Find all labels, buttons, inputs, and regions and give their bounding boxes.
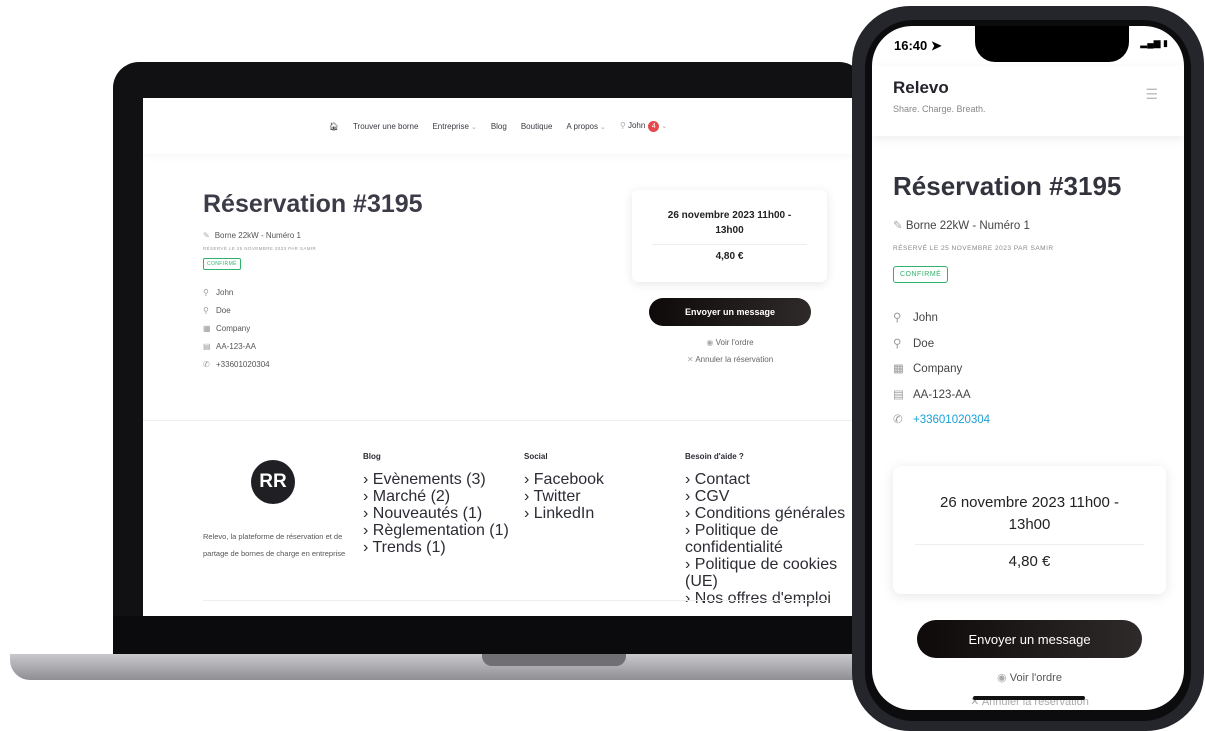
eye-icon: ◉	[706, 338, 714, 347]
eye-icon: ◉	[997, 672, 1007, 684]
battery-icon: ▮	[1163, 38, 1168, 48]
footer-blog-title: Blog	[363, 452, 381, 461]
reserved-by: RÉSERVÉ LE 25 NOVEMBRE 2023 PAR SAMIR	[203, 246, 317, 251]
reserved-by: RÉSERVÉ LE 25 NOVEMBRE 2023 PAR SAMIR	[893, 245, 1054, 252]
status-icons: ▂▄▆ ▮	[1140, 38, 1168, 49]
laptop-bezel	[113, 616, 865, 656]
footer-social-title: Social	[524, 452, 548, 461]
nav-apropos[interactable]: A propos ⌄	[566, 122, 605, 131]
view-order-link[interactable]: ◉ Voir l'ordre	[649, 338, 811, 347]
reservation-details: Réservation #3195 ✎ Borne 22kW - Numéro 1…	[203, 190, 423, 374]
home-indicator	[973, 696, 1085, 700]
footer-link[interactable]: › Nouveautés (1)	[363, 505, 509, 522]
nav-boutique[interactable]: Boutique	[521, 122, 553, 131]
divider	[143, 420, 853, 421]
nav-user[interactable]: ⚲ John 4 ⌄	[619, 120, 668, 132]
location-arrow-icon: ➤	[930, 38, 942, 53]
customer-fields: ⚲ John ⚲ Doe ▦ Company ▤ AA-123-AA ✆ +3360102…	[893, 306, 990, 434]
divider	[203, 600, 827, 601]
user-icon: ⚲	[203, 306, 209, 315]
cancel-reservation-link[interactable]: ✕ Annuler la réservation	[649, 355, 811, 364]
send-message-button[interactable]: Envoyer un message	[649, 298, 811, 326]
chevron-down-icon: ⌄	[470, 123, 477, 131]
laptop-notch	[482, 654, 626, 666]
booking-date: 26 novembre 2023 11h00 -13h00	[667, 210, 792, 236]
chevron-down-icon: ⌄	[661, 122, 668, 130]
nav-entreprise[interactable]: Entreprise ⌄	[432, 122, 476, 131]
booking-date: 26 novembre 2023 11h00 -13h00	[939, 494, 1120, 533]
phone-icon: ✆	[203, 360, 210, 369]
home-icon[interactable]: 🏠︎	[329, 122, 339, 131]
footer-link[interactable]: › Facebook	[524, 471, 604, 488]
footer-link[interactable]: › Trends (1)	[363, 539, 509, 556]
footer-link[interactable]: › Evènements (3)	[363, 471, 509, 488]
footer-link[interactable]: › Marché (2)	[363, 488, 509, 505]
nav-find-borne[interactable]: Trouver une borne	[353, 122, 419, 131]
footer-link[interactable]: › Contact	[685, 471, 853, 488]
booking-price: 4,80 €	[1008, 553, 1051, 570]
view-order-link[interactable]: ◉ Voir l'ordre	[917, 671, 1142, 684]
chevron-down-icon: ⌄	[600, 123, 606, 131]
user-icon: ⚲	[203, 288, 209, 297]
brand-tagline: Share. Charge. Breath.	[893, 104, 986, 114]
nav-blog[interactable]: Blog	[491, 122, 507, 131]
status-badge: CONFIRMÉ	[203, 258, 241, 270]
divider	[915, 544, 1144, 545]
phone-screen: 16:40 ➤ ▂▄▆ ▮ Relevo Share. Charge. Brea…	[872, 26, 1184, 710]
footer-link[interactable]: › CGV	[685, 488, 853, 505]
edit-icon: ✎	[893, 220, 903, 232]
footer-link[interactable]: › Règlementation (1)	[363, 522, 509, 539]
close-icon: ✕	[686, 355, 694, 364]
footer-link[interactable]: › Conditions générales	[685, 505, 853, 522]
user-icon: ⚲	[893, 312, 902, 324]
signal-icon: ▂▄▆	[1140, 38, 1161, 48]
footer-link[interactable]: › Twitter	[524, 488, 604, 505]
phone-icon: ✆	[893, 414, 903, 426]
footer-help-title: Besoin d'aide ?	[685, 452, 744, 461]
borne-line: ✎ Borne 22kW - Numéro 1	[893, 220, 1030, 232]
phone-link[interactable]: +33601020304	[913, 414, 990, 426]
divider	[652, 244, 807, 245]
booking-price: 4,80 €	[715, 251, 744, 262]
laptop-screen: 🏠︎ Trouver une borne Entreprise ⌄ Blog Bo…	[143, 98, 853, 616]
notification-badge: 4	[648, 120, 660, 132]
top-nav: 🏠︎ Trouver une borne Entreprise ⌄ Blog Bo…	[143, 98, 853, 154]
id-card-icon: ▤	[893, 388, 904, 401]
hamburger-menu-icon[interactable]: ☰	[1145, 86, 1158, 103]
footer-link[interactable]: › Nos offres d'emploi	[685, 590, 853, 607]
building-icon: ▦	[893, 363, 904, 375]
laptop-base	[10, 654, 880, 680]
page-title: Réservation #3195	[203, 190, 423, 218]
borne-line: ✎ Borne 22kW - Numéro 1	[203, 231, 301, 240]
edit-icon: ✎	[203, 231, 210, 240]
booking-card: 26 novembre 2023 11h00 -13h00 4,80 €	[893, 466, 1166, 594]
footer-social: Social › Facebook › Twitter › LinkedIn	[524, 448, 604, 522]
id-card-icon: ▤	[203, 342, 211, 351]
footer-link[interactable]: › Politique de cookies (UE)	[685, 556, 853, 590]
footer-about: Relevo, la plateforme de réservation et …	[203, 532, 346, 558]
building-icon: ▦	[203, 324, 211, 333]
page-title: Réservation #3195	[893, 171, 1122, 201]
status-time: 16:40 ➤	[894, 38, 942, 53]
user-icon: ⚲	[619, 120, 626, 130]
status-badge: CONFIRMÉ	[893, 266, 949, 283]
footer-help: Besoin d'aide ? › Contact › CGV › Condit…	[685, 448, 853, 607]
dynamic-island	[975, 26, 1129, 62]
phone-frame: 16:40 ➤ ▂▄▆ ▮ Relevo Share. Charge. Brea…	[852, 6, 1204, 731]
footer-link[interactable]: › LinkedIn	[524, 505, 604, 522]
user-icon: ⚲	[893, 337, 902, 350]
footer-blog: Blog › Evènements (3) › Marché (2) › Nou…	[363, 448, 509, 556]
booking-card: 26 novembre 2023 11h00 -13h00 4,80 €	[632, 190, 827, 282]
relevo-logo[interactable]: RR	[251, 460, 295, 504]
send-message-button[interactable]: Envoyer un message	[917, 620, 1142, 658]
customer-fields: ⚲ John ⚲ Doe ▦ Company ▤ AA-123-AA ✆ +3360102…	[203, 284, 423, 374]
mobile-header: Relevo Share. Charge. Breath. ☰	[872, 66, 1184, 136]
footer-link[interactable]: › Politique de confidentialité	[685, 522, 853, 556]
brand-name[interactable]: Relevo	[893, 78, 949, 98]
